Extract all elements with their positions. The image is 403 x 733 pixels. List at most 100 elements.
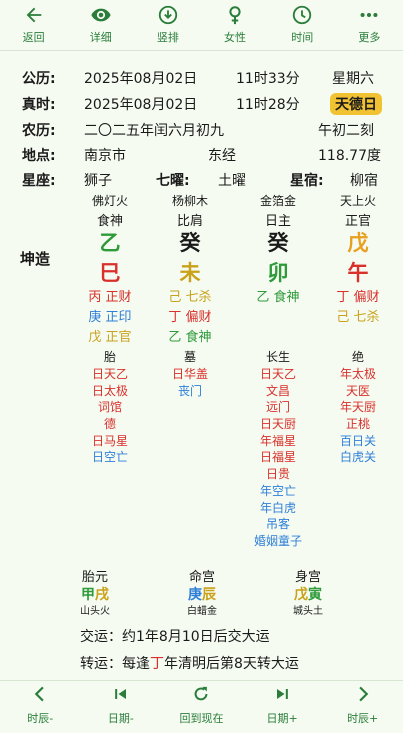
zhuanyun-line: 转运：每逢丁年清明后第8天转大运	[80, 653, 299, 673]
skip-next-icon	[277, 689, 288, 699]
toolbar-divider	[0, 50, 403, 51]
zhenshi-key: 真时:	[22, 97, 56, 113]
nongli-key: 农历:	[22, 123, 56, 139]
xingzuo-row: 星座: 狮子 七曜: 土曜 星宿: 柳宿	[0, 170, 403, 192]
pillar-shensha: 日福星	[259, 450, 296, 465]
female-icon	[229, 6, 241, 25]
pillar-shensha: 丧门	[177, 383, 202, 398]
pillar-shensha: 词馆	[97, 400, 122, 415]
gender-label: 女性	[224, 31, 247, 44]
extra-pillar-nayin: 山头火	[80, 606, 110, 617]
extra-pillar-ganzhi: 甲戌	[55, 584, 135, 603]
pillar-shensha: 天医	[345, 383, 370, 398]
pillar-column: 金箔金 日主癸卯乙 食神 长生 日天乙 文昌 远门 日天厨 年福星 日福星 日贵 年空亡 年白虎 吊客婚…	[233, 192, 323, 550]
extra-pillar-gan: 甲	[81, 587, 95, 603]
arrow-left-icon	[26, 7, 41, 23]
date-plus-button[interactable]: 日期+	[247, 684, 317, 730]
time-button[interactable]: 时间	[272, 4, 332, 45]
pillar-changsheng: 胎	[103, 350, 116, 364]
pillar-canggan: 丁 偏财	[168, 310, 212, 325]
longitude-value: 118.77度	[318, 148, 381, 164]
gongli-time: 11时33分	[236, 71, 300, 87]
extra-pillar-1: 命宫 庚辰 白蜡金	[162, 566, 242, 617]
xingzuo-value: 狮子	[84, 173, 112, 189]
extra-pillar-ganzhi: 戊寅	[268, 584, 348, 603]
pillar-shensha: 百日关	[339, 433, 376, 448]
gongli-row: 公历: 2025年08月02日 11时33分 星期六	[0, 68, 403, 90]
pillar-shensha: 德	[103, 417, 116, 432]
hour-plus-label: 时辰+	[347, 712, 379, 725]
extra-pillar-2: 身宫 戊寅城头土	[268, 566, 348, 617]
gender-button[interactable]: 女性	[205, 4, 265, 45]
city: 南京市	[84, 148, 126, 164]
jiaoyun-text: 交运：约1年8月10日后交大运	[80, 629, 270, 645]
tiande-badge: 天德日	[330, 93, 382, 115]
qiyao-value: 土曜	[218, 173, 246, 189]
pillar-canggan: 庚 正印	[88, 310, 132, 325]
back-button[interactable]: 返回	[4, 4, 64, 45]
extra-pillar-zhi: 辰	[202, 587, 216, 603]
back-label: 返回	[22, 31, 45, 44]
reset-now-button[interactable]: 回到现在	[166, 684, 236, 730]
bottom-nav: 时辰- 日期- 回到现在 日期+ 时辰+	[0, 684, 403, 730]
didian-key: 地点:	[22, 148, 56, 164]
nongli-row: 农历: 二〇二五年闰六月初九 午初二刻	[0, 120, 403, 142]
extra-pillar-nayin: 城头土	[293, 606, 323, 617]
pillar-shensha: 白虎关	[339, 450, 376, 465]
pillar-changsheng: 长生	[265, 350, 290, 364]
pillar-shishen: 正官	[344, 214, 371, 229]
pillar-shensha: 日天乙	[259, 367, 296, 381]
extra-pillar-title: 胎元	[81, 570, 108, 585]
chevron-left-icon	[35, 686, 44, 702]
xingxiu-value: 柳宿	[350, 173, 378, 189]
pillar-nayin: 杨柳木	[171, 194, 208, 208]
nongli-date: 二〇二五年闰六月初九	[84, 123, 224, 139]
vertical-layout-button[interactable]: 竖排	[138, 4, 198, 45]
vertical-layout-label: 竖排	[156, 31, 179, 44]
bottom-divider	[0, 680, 403, 681]
pillar-column: 佛灯火 食神乙巳丙 正财庚 正印戊 正官胎日天乙 日太极 词馆德日马星 日空亡	[65, 192, 155, 466]
pillar-canggan: 己 七杀	[336, 310, 380, 325]
hour-minus-button[interactable]: 时辰-	[5, 684, 75, 730]
pillar-dizhi: 卯	[267, 261, 289, 285]
reset-now-label: 回到现在	[179, 712, 224, 725]
date-minus-label: 日期-	[107, 712, 134, 725]
pillar-shensha: 吊客	[265, 517, 290, 532]
pillar-shensha: 日天乙	[91, 367, 128, 381]
detail-button[interactable]: 详细	[71, 4, 131, 45]
extra-pillar-title: 身宫	[294, 570, 321, 585]
more-dots-icon	[360, 12, 378, 18]
hour-plus-button[interactable]: 时辰+	[328, 684, 398, 730]
pillar-shensha: 日贵	[265, 467, 290, 482]
pillar-column: 杨柳木 比肩癸未己 七杀丁 偏财乙 食神墓日华盖 丧门	[145, 192, 235, 399]
pillar-shensha: 年空亡	[259, 483, 296, 498]
pillar-shensha: 年天厨	[339, 400, 376, 415]
kunzao-label: 坤造	[20, 250, 51, 268]
pillar-shishen: 食神	[96, 214, 123, 229]
pillar-shensha: 日华盖	[171, 367, 208, 381]
pillar-tiangan: 癸	[267, 231, 289, 255]
pillar-shensha: 日天厨	[259, 417, 296, 432]
more-button[interactable]: 更多	[339, 4, 399, 45]
extra-pillar-nayin: 白蜡金	[187, 606, 217, 617]
date-plus-label: 日期+	[266, 712, 298, 725]
longitude-label: 东经	[208, 148, 236, 164]
more-label: 更多	[358, 31, 381, 44]
extra-pillar-zhi: 寅	[308, 587, 322, 603]
extra-pillar-ganzhi: 庚辰	[162, 584, 242, 603]
zhuanyun-gan: 丁	[150, 656, 164, 672]
gongli-week: 星期六	[332, 71, 374, 87]
pillar-tiangan: 戊	[347, 231, 369, 255]
xingzuo-key: 星座:	[22, 173, 56, 189]
pillar-column: 天上火 正官戊午丁 偏财己 七杀绝年太极 天医 年天厨 正桃 百日关 白虎关	[313, 192, 403, 466]
time-label: 时间	[291, 31, 314, 44]
pillar-shensha: 远门	[265, 400, 290, 415]
chevron-right-icon	[358, 686, 368, 702]
pillar-canggan: 乙 食神	[168, 330, 212, 345]
clock-icon	[293, 5, 312, 25]
eye-icon	[91, 8, 111, 22]
skip-previous-icon	[115, 689, 126, 699]
pillar-shensha: 年福星	[259, 433, 296, 448]
date-minus-button[interactable]: 日期-	[86, 684, 156, 730]
zhuanyun-suffix: 年清明后第8天转大运	[164, 656, 299, 672]
